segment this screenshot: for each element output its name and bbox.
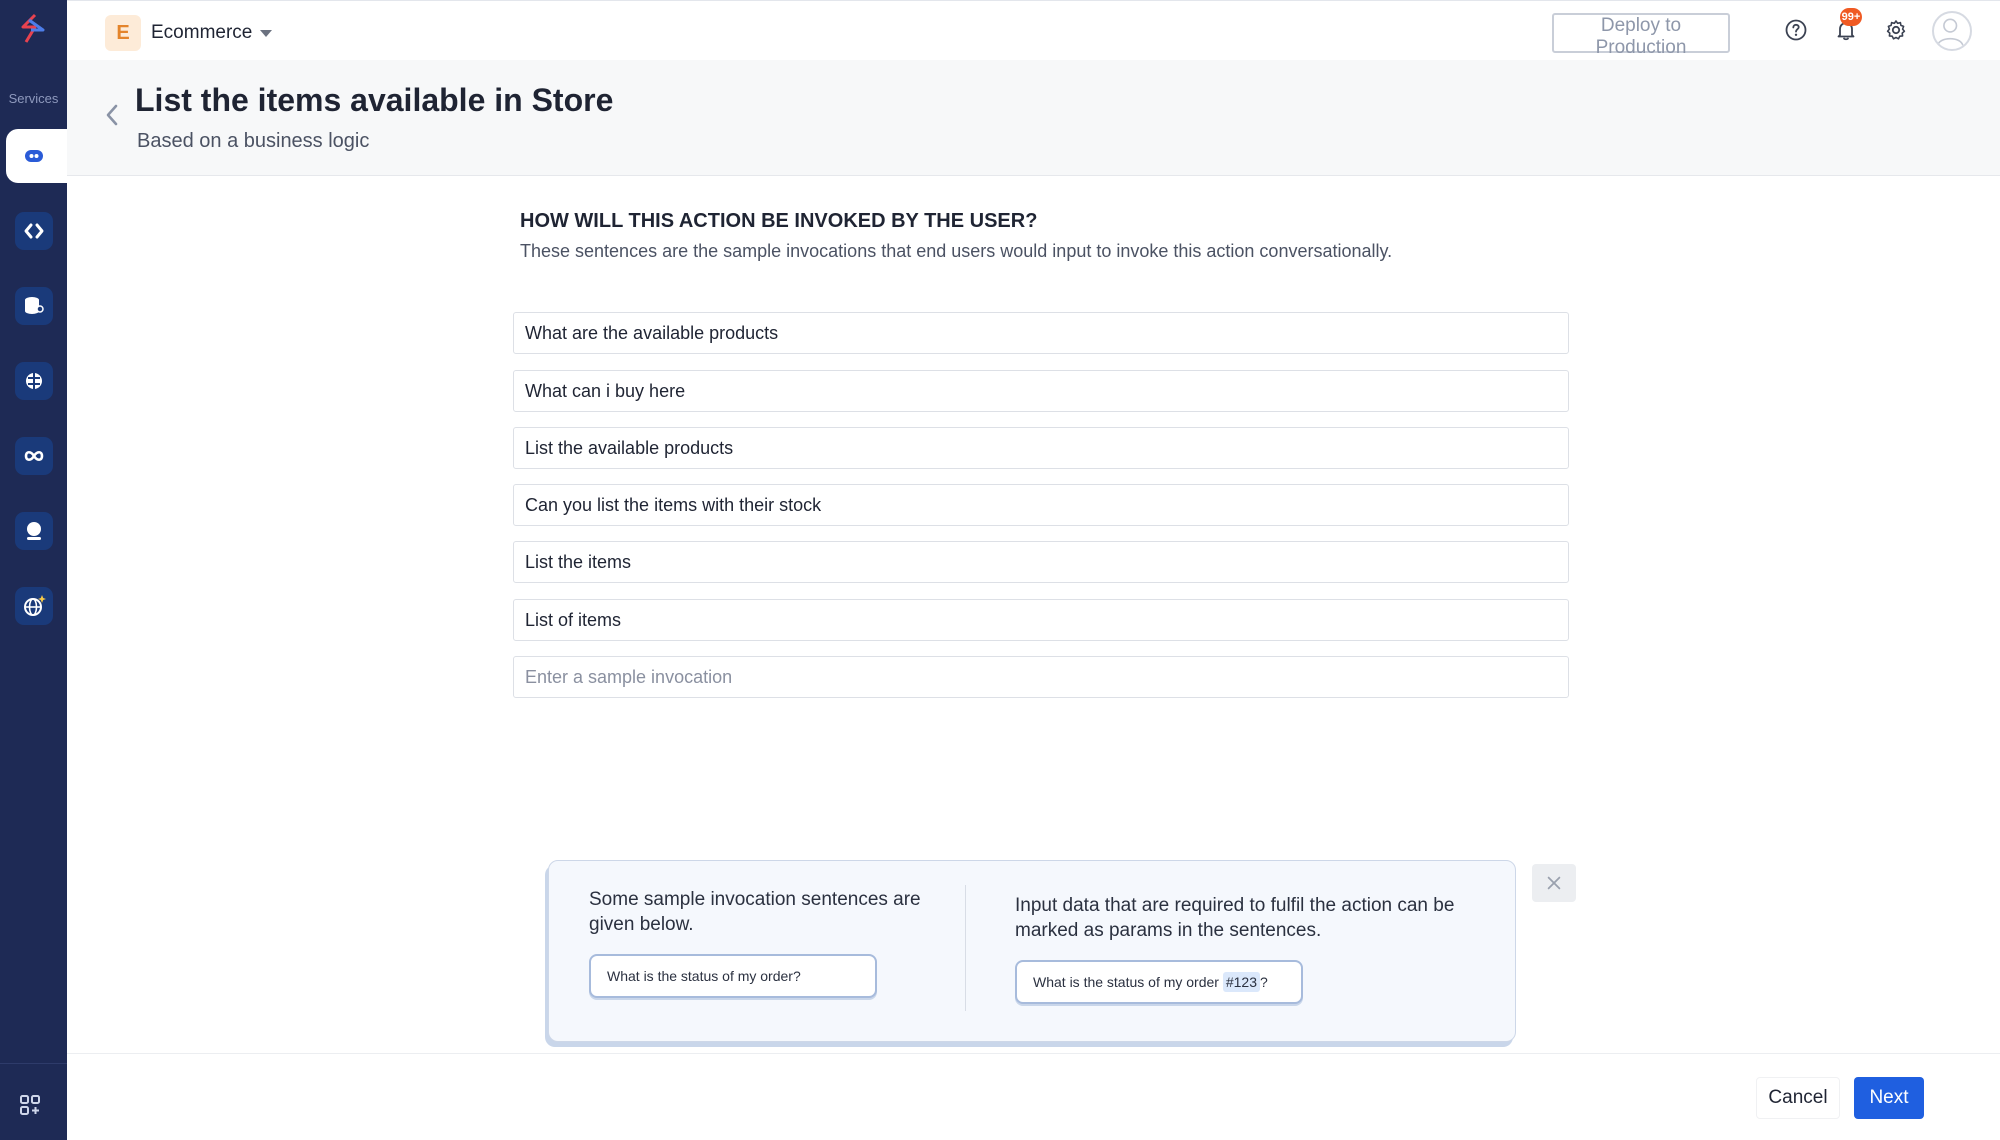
hint-divider — [965, 885, 966, 1011]
user-avatar-icon[interactable] — [1932, 11, 1972, 51]
top-bar: E Ecommerce Deploy to Production 99+ — [67, 0, 2000, 60]
invocation-row[interactable]: List the available products — [513, 427, 1569, 469]
invocation-row[interactable]: What are the available products — [513, 312, 1569, 354]
invocation-row[interactable]: What can i buy here — [513, 370, 1569, 412]
app-logo-icon[interactable] — [17, 12, 51, 46]
globe-sparkle-icon — [24, 595, 46, 616]
code-arrows-icon — [24, 223, 44, 239]
hint-samples-text: Some sample invocation sentences are giv… — [589, 889, 921, 935]
hint-param-example: What is the status of my order #123? — [1015, 960, 1303, 1004]
sample-invocation-input[interactable] — [513, 656, 1569, 698]
deploy-to-production-button[interactable]: Deploy to Production — [1552, 13, 1730, 58]
close-icon — [1547, 876, 1561, 890]
sidebar-item-conversations[interactable] — [15, 137, 53, 175]
chevron-down-icon — [260, 29, 273, 37]
apps-grid-icon[interactable] — [13, 1088, 47, 1122]
hint-example-text: What is the status of my order? — [607, 968, 801, 984]
invocation-row[interactable]: Can you list the items with their stock — [513, 484, 1569, 526]
sidebar-item-data[interactable] — [15, 287, 53, 325]
project-switcher[interactable]: E Ecommerce — [105, 15, 273, 51]
chat-bubble-icon — [25, 150, 43, 162]
section-description: These sentences are the sample invocatio… — [520, 241, 1393, 261]
next-button[interactable]: Next — [1854, 1077, 1924, 1119]
project-name: Ecommerce — [151, 22, 253, 43]
hint-param-example-prefix: What is the status of my order — [1033, 974, 1223, 990]
hint-param-highlight: #123 — [1222, 972, 1261, 992]
help-icon[interactable] — [1783, 17, 1809, 43]
invocation-row[interactable]: List the items — [513, 541, 1569, 583]
page-title: List the items available in Store — [135, 82, 614, 118]
sidebar-divider — [0, 1063, 67, 1064]
infinity-icon — [24, 450, 44, 462]
sidebar-item-web[interactable] — [15, 587, 53, 625]
sidebar-item-ai[interactable] — [15, 362, 53, 400]
invocation-hint-card: Some sample invocation sentences are giv… — [548, 860, 1516, 1042]
back-chevron-icon[interactable] — [97, 100, 127, 130]
sidebar: Services — [0, 0, 67, 1140]
hint-params-text: Input data that are required to fulfil t… — [1015, 895, 1455, 941]
close-hint-button[interactable] — [1532, 864, 1576, 902]
section-heading: HOW WILL THIS ACTION BE INVOKED BY THE U… — [520, 210, 1038, 232]
page-subtitle: Based on a business logic — [137, 130, 370, 152]
sidebar-item-users[interactable] — [15, 512, 53, 550]
page-header: List the items available in Store Based … — [67, 60, 2000, 176]
hint-example-sentence: What is the status of my order? — [589, 954, 877, 998]
brain-icon — [26, 373, 42, 389]
project-avatar: E — [105, 15, 141, 51]
sidebar-item-integrations[interactable] — [15, 437, 53, 475]
database-user-icon — [25, 297, 44, 314]
gear-icon[interactable] — [1883, 17, 1909, 43]
sidebar-item-code[interactable] — [15, 212, 53, 250]
invocation-row[interactable]: List of items — [513, 599, 1569, 641]
cancel-button[interactable]: Cancel — [1756, 1077, 1840, 1119]
notification-count-badge: 99+ — [1840, 8, 1862, 26]
user-profile-icon — [27, 522, 41, 540]
footer-divider — [67, 1053, 2000, 1054]
hint-param-example-suffix: ? — [1260, 974, 1268, 990]
services-label: Services — [8, 91, 59, 106]
